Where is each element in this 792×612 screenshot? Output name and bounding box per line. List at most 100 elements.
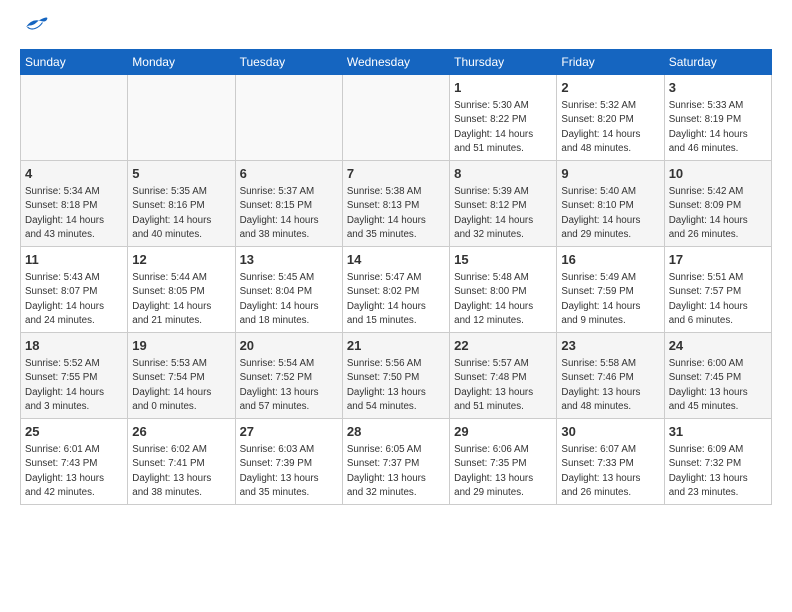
calendar-cell: 27Sunrise: 6:03 AM Sunset: 7:39 PM Dayli… [235, 419, 342, 505]
calendar-cell: 10 Sunrise: 5:42 AM Sunset: 8:09 PM Dayli… [664, 161, 771, 247]
day-info: Sunrise: 6:09 AM Sunset: 7:32 PM Dayligh… [669, 443, 767, 500]
day-info: Sunrise: 5:35 AM Sunset: 8:16 PM Dayligh… [132, 185, 230, 242]
page-container: SundayMondayTuesdayWednesdayThursdayFrid… [0, 0, 792, 515]
calendar-cell: 4Sunrise: 5:34 AM Sunset: 8:18 PM Daylig… [21, 161, 128, 247]
week-row-3: 11 Sunrise: 5:43 AM Sunset: 8:07 PM Dayli… [21, 247, 772, 333]
day-number: 7 [347, 165, 445, 183]
day-number: 30 [561, 423, 659, 441]
day-number: 4 [25, 165, 123, 183]
day-info: Sunrise: 5:56 AM Sunset: 7:50 PM Dayligh… [347, 357, 445, 414]
day-info: Sunrise: 6:03 AM Sunset: 7:39 PM Dayligh… [240, 443, 338, 500]
day-info: Sunrise: 5:42 AM Sunset: 8:09 PM Dayligh… [669, 185, 767, 242]
calendar-cell: 9 Sunrise: 5:40 AM Sunset: 8:10 PM Daylig… [557, 161, 664, 247]
calendar-cell: 26Sunrise: 6:02 AM Sunset: 7:41 PM Dayli… [128, 419, 235, 505]
day-info: Sunrise: 5:40 AM Sunset: 8:10 PM Dayligh… [561, 185, 659, 242]
calendar-cell: 23Sunrise: 5:58 AM Sunset: 7:46 PM Dayli… [557, 333, 664, 419]
weekday-header-sunday: Sunday [21, 50, 128, 75]
weekday-header-wednesday: Wednesday [342, 50, 449, 75]
calendar-table: SundayMondayTuesdayWednesdayThursdayFrid… [20, 49, 772, 505]
day-info: Sunrise: 6:07 AM Sunset: 7:33 PM Dayligh… [561, 443, 659, 500]
day-number: 13 [240, 251, 338, 269]
calendar-cell: 3 Sunrise: 5:33 AM Sunset: 8:19 PM Daylig… [664, 75, 771, 161]
week-row-1: 1 Sunrise: 5:30 AM Sunset: 8:22 PM Daylig… [21, 75, 772, 161]
day-info: Sunrise: 5:47 AM Sunset: 8:02 PM Dayligh… [347, 271, 445, 328]
day-info: Sunrise: 5:45 AM Sunset: 8:04 PM Dayligh… [240, 271, 338, 328]
calendar-cell: 21Sunrise: 5:56 AM Sunset: 7:50 PM Dayli… [342, 333, 449, 419]
day-info: Sunrise: 5:43 AM Sunset: 8:07 PM Dayligh… [25, 271, 123, 328]
day-info: Sunrise: 5:52 AM Sunset: 7:55 PM Dayligh… [25, 357, 123, 414]
day-info: Sunrise: 5:51 AM Sunset: 7:57 PM Dayligh… [669, 271, 767, 328]
day-info: Sunrise: 6:01 AM Sunset: 7:43 PM Dayligh… [25, 443, 123, 500]
day-info: Sunrise: 5:57 AM Sunset: 7:48 PM Dayligh… [454, 357, 552, 414]
logo-icon [20, 15, 50, 39]
day-info: Sunrise: 5:33 AM Sunset: 8:19 PM Dayligh… [669, 99, 767, 156]
calendar-cell: 24 Sunrise: 6:00 AM Sunset: 7:45 PM Dayli… [664, 333, 771, 419]
logo [20, 15, 54, 39]
day-number: 12 [132, 251, 230, 269]
day-number: 25 [25, 423, 123, 441]
day-info: Sunrise: 6:02 AM Sunset: 7:41 PM Dayligh… [132, 443, 230, 500]
day-info: Sunrise: 5:54 AM Sunset: 7:52 PM Dayligh… [240, 357, 338, 414]
day-number: 31 [669, 423, 767, 441]
week-row-2: 4Sunrise: 5:34 AM Sunset: 8:18 PM Daylig… [21, 161, 772, 247]
calendar-cell: 16Sunrise: 5:49 AM Sunset: 7:59 PM Dayli… [557, 247, 664, 333]
day-number: 1 [454, 79, 552, 97]
day-number: 19 [132, 337, 230, 355]
day-info: Sunrise: 5:39 AM Sunset: 8:12 PM Dayligh… [454, 185, 552, 242]
calendar-cell: 22Sunrise: 5:57 AM Sunset: 7:48 PM Dayli… [450, 333, 557, 419]
calendar-cell: 2 Sunrise: 5:32 AM Sunset: 8:20 PM Daylig… [557, 75, 664, 161]
day-number: 28 [347, 423, 445, 441]
weekday-header-saturday: Saturday [664, 50, 771, 75]
day-number: 9 [561, 165, 659, 183]
calendar-cell: 13 Sunrise: 5:45 AM Sunset: 8:04 PM Dayli… [235, 247, 342, 333]
day-number: 15 [454, 251, 552, 269]
calendar-cell: 18 Sunrise: 5:52 AM Sunset: 7:55 PM Dayli… [21, 333, 128, 419]
day-number: 23 [561, 337, 659, 355]
calendar-cell: 31 Sunrise: 6:09 AM Sunset: 7:32 PM Dayli… [664, 419, 771, 505]
calendar-cell: 17 Sunrise: 5:51 AM Sunset: 7:57 PM Dayli… [664, 247, 771, 333]
week-row-4: 18 Sunrise: 5:52 AM Sunset: 7:55 PM Dayli… [21, 333, 772, 419]
day-number: 6 [240, 165, 338, 183]
calendar-cell: 6 Sunrise: 5:37 AM Sunset: 8:15 PM Daylig… [235, 161, 342, 247]
weekday-header-friday: Friday [557, 50, 664, 75]
calendar-cell: 29 Sunrise: 6:06 AM Sunset: 7:35 PM Dayli… [450, 419, 557, 505]
day-number: 29 [454, 423, 552, 441]
day-number: 14 [347, 251, 445, 269]
day-info: Sunrise: 6:00 AM Sunset: 7:45 PM Dayligh… [669, 357, 767, 414]
day-info: Sunrise: 5:30 AM Sunset: 8:22 PM Dayligh… [454, 99, 552, 156]
calendar-cell [21, 75, 128, 161]
day-info: Sunrise: 6:05 AM Sunset: 7:37 PM Dayligh… [347, 443, 445, 500]
calendar-cell: 1 Sunrise: 5:30 AM Sunset: 8:22 PM Daylig… [450, 75, 557, 161]
day-number: 11 [25, 251, 123, 269]
calendar-cell: 19 Sunrise: 5:53 AM Sunset: 7:54 PM Dayli… [128, 333, 235, 419]
day-number: 18 [25, 337, 123, 355]
weekday-header-tuesday: Tuesday [235, 50, 342, 75]
calendar-cell: 28 Sunrise: 6:05 AM Sunset: 7:37 PM Dayli… [342, 419, 449, 505]
day-number: 5 [132, 165, 230, 183]
calendar-cell [235, 75, 342, 161]
calendar-cell: 12 Sunrise: 5:44 AM Sunset: 8:05 PM Dayli… [128, 247, 235, 333]
day-info: Sunrise: 5:37 AM Sunset: 8:15 PM Dayligh… [240, 185, 338, 242]
weekday-header-row: SundayMondayTuesdayWednesdayThursdayFrid… [21, 50, 772, 75]
day-number: 16 [561, 251, 659, 269]
day-info: Sunrise: 6:06 AM Sunset: 7:35 PM Dayligh… [454, 443, 552, 500]
day-info: Sunrise: 5:38 AM Sunset: 8:13 PM Dayligh… [347, 185, 445, 242]
day-number: 24 [669, 337, 767, 355]
day-number: 3 [669, 79, 767, 97]
week-row-5: 25 Sunrise: 6:01 AM Sunset: 7:43 PM Dayli… [21, 419, 772, 505]
day-info: Sunrise: 5:44 AM Sunset: 8:05 PM Dayligh… [132, 271, 230, 328]
weekday-header-monday: Monday [128, 50, 235, 75]
calendar-cell: 25 Sunrise: 6:01 AM Sunset: 7:43 PM Dayli… [21, 419, 128, 505]
day-number: 10 [669, 165, 767, 183]
day-number: 20 [240, 337, 338, 355]
page-header [20, 15, 772, 39]
day-number: 2 [561, 79, 659, 97]
day-number: 8 [454, 165, 552, 183]
calendar-cell: 14 Sunrise: 5:47 AM Sunset: 8:02 PM Dayli… [342, 247, 449, 333]
day-info: Sunrise: 5:53 AM Sunset: 7:54 PM Dayligh… [132, 357, 230, 414]
day-number: 17 [669, 251, 767, 269]
day-info: Sunrise: 5:32 AM Sunset: 8:20 PM Dayligh… [561, 99, 659, 156]
calendar-cell [128, 75, 235, 161]
day-info: Sunrise: 5:48 AM Sunset: 8:00 PM Dayligh… [454, 271, 552, 328]
calendar-cell: 15 Sunrise: 5:48 AM Sunset: 8:00 PM Dayli… [450, 247, 557, 333]
